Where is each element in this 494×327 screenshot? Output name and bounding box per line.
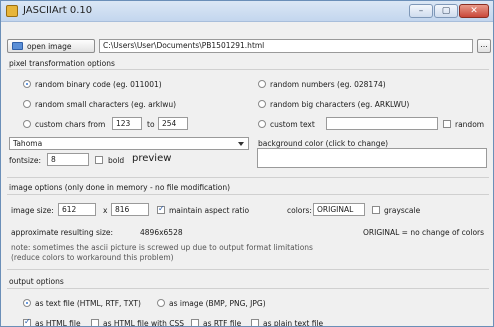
- chars-to-input[interactable]: 254: [158, 117, 188, 130]
- random-numbers-radio[interactable]: [258, 80, 266, 88]
- divider: [7, 269, 489, 270]
- bold-label: bold: [108, 156, 125, 165]
- note-line-1: note: sometimes the ascii picture is scr…: [11, 243, 313, 252]
- custom-text-radio[interactable]: [258, 120, 266, 128]
- as-rtf-checkbox[interactable]: [191, 319, 199, 326]
- approx-size-label: approximate resulting size:: [11, 228, 114, 237]
- divider: [7, 194, 489, 195]
- random-small-label: random small characters (eg. arklwu): [35, 100, 177, 109]
- as-html-css-label: as HTML file with CSS: [103, 319, 185, 327]
- as-image-radio[interactable]: [157, 299, 165, 307]
- app-icon: [6, 5, 18, 17]
- note-line-2: (reduce colors to workaround this proble…: [11, 253, 174, 262]
- divider: [7, 69, 489, 70]
- chars-from-input[interactable]: 123: [112, 117, 142, 130]
- open-image-button[interactable]: open image: [7, 39, 95, 53]
- font-family-select[interactable]: Tahoma: [9, 137, 249, 150]
- approx-size-value: 4896x6528: [140, 228, 183, 237]
- as-html-label: as HTML file: [35, 319, 81, 327]
- minimize-button[interactable]: –: [409, 4, 433, 18]
- maintain-aspect-label: maintain aspect ratio: [169, 206, 250, 215]
- as-image-label: as image (BMP, PNG, JPG): [169, 299, 266, 308]
- colors-select[interactable]: ORIGINAL: [313, 203, 365, 216]
- open-image-label: open image: [27, 42, 72, 51]
- output-options-heading: output options: [9, 277, 64, 286]
- as-text-radio[interactable]: [23, 299, 31, 307]
- chevron-down-icon: [238, 142, 244, 146]
- random-binary-label: random binary code (eg. 011001): [35, 80, 162, 89]
- divider: [7, 177, 489, 178]
- custom-text-label: custom text: [270, 120, 315, 129]
- random-binary-radio[interactable]: [23, 80, 31, 88]
- title-bar: JASCIIArt 0.10 – ▢ ✕: [1, 1, 493, 22]
- browse-button[interactable]: ...: [477, 39, 491, 53]
- font-family-value: Tahoma: [13, 139, 43, 148]
- pixel-transformation-heading: pixel transformation options: [9, 59, 115, 68]
- as-text-label: as text file (HTML, RTF, TXT): [35, 299, 141, 308]
- preview-label: preview: [132, 153, 172, 164]
- image-options-heading: image options (only done in memory - no …: [9, 183, 231, 192]
- random-numbers-label: random numbers (eg. 028174): [270, 80, 386, 89]
- window-title: JASCIIArt 0.10: [23, 5, 93, 16]
- as-plain-text-label: as plain text file: [263, 319, 324, 327]
- background-color-label[interactable]: background color (click to change): [258, 139, 388, 148]
- app-window: JASCIIArt 0.10 – ▢ ✕ open image C:\Users…: [0, 0, 494, 327]
- as-rtf-label: as RTF file: [203, 319, 242, 327]
- background-color-swatch[interactable]: [257, 148, 487, 168]
- image-height-input[interactable]: 816: [111, 203, 149, 216]
- as-plain-text-checkbox[interactable]: [251, 319, 259, 326]
- grayscale-checkbox[interactable]: [372, 206, 380, 214]
- maximize-button[interactable]: ▢: [434, 4, 458, 18]
- folder-icon: [12, 42, 23, 50]
- close-button[interactable]: ✕: [459, 4, 489, 18]
- custom-text-input[interactable]: [326, 117, 438, 130]
- as-html-checkbox[interactable]: [23, 317, 31, 326]
- random-label: random: [455, 120, 485, 129]
- chars-to-label: to: [147, 120, 155, 129]
- fontsize-label: fontsize:: [9, 156, 41, 165]
- image-width-input[interactable]: 612: [58, 203, 96, 216]
- random-big-label: random big characters (eg. ARKLWU): [270, 100, 410, 109]
- original-note: ORIGINAL = no change of colors: [363, 228, 485, 237]
- colors-label: colors:: [287, 206, 312, 215]
- fontsize-input[interactable]: 8: [47, 153, 89, 166]
- maintain-aspect-checkbox[interactable]: [157, 204, 165, 214]
- divider: [7, 288, 489, 289]
- custom-chars-label: custom chars from: [35, 120, 106, 129]
- bold-checkbox[interactable]: [95, 156, 103, 164]
- random-big-radio[interactable]: [258, 100, 266, 108]
- custom-chars-radio[interactable]: [23, 120, 31, 128]
- file-path-field[interactable]: C:\Users\User\Documents\PB1501291.html: [99, 39, 473, 53]
- random-small-radio[interactable]: [23, 100, 31, 108]
- size-x-label: x: [103, 206, 108, 215]
- random-checkbox[interactable]: [443, 120, 451, 128]
- grayscale-label: grayscale: [384, 206, 421, 215]
- as-html-css-checkbox[interactable]: [91, 319, 99, 326]
- image-size-label: image size:: [11, 206, 54, 215]
